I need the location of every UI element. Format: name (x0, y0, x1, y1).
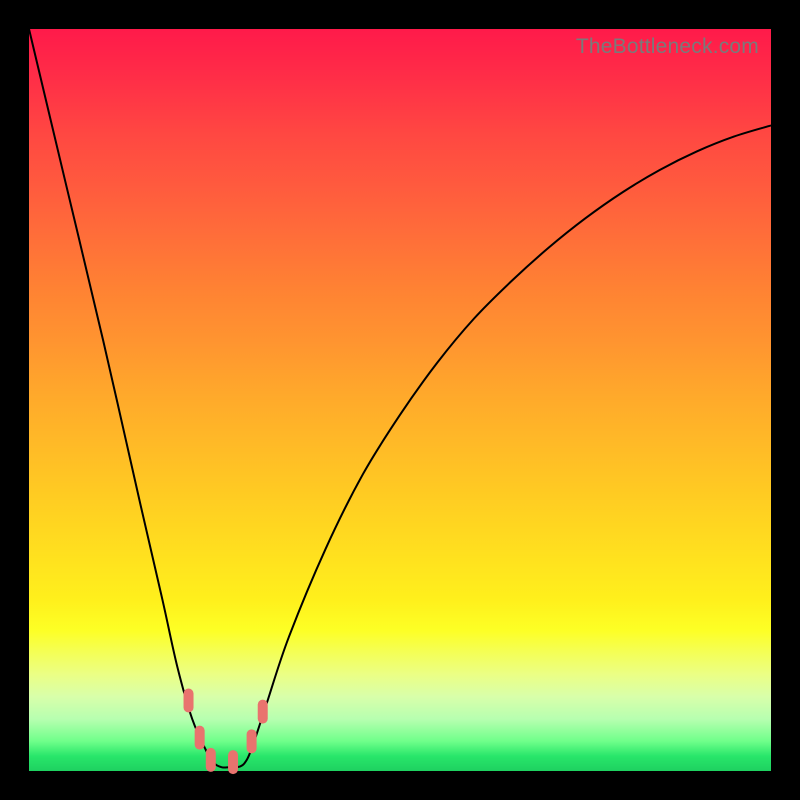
bottleneck-curve (29, 29, 771, 768)
marker-group (184, 689, 268, 775)
curve-layer (29, 29, 771, 771)
data-marker (228, 750, 238, 774)
data-marker (195, 726, 205, 750)
chart-frame: TheBottleneck.com (0, 0, 800, 800)
data-marker (184, 689, 194, 713)
data-marker (258, 700, 268, 724)
data-marker (247, 729, 257, 753)
data-marker (206, 748, 216, 772)
plot-area: TheBottleneck.com (29, 29, 771, 771)
